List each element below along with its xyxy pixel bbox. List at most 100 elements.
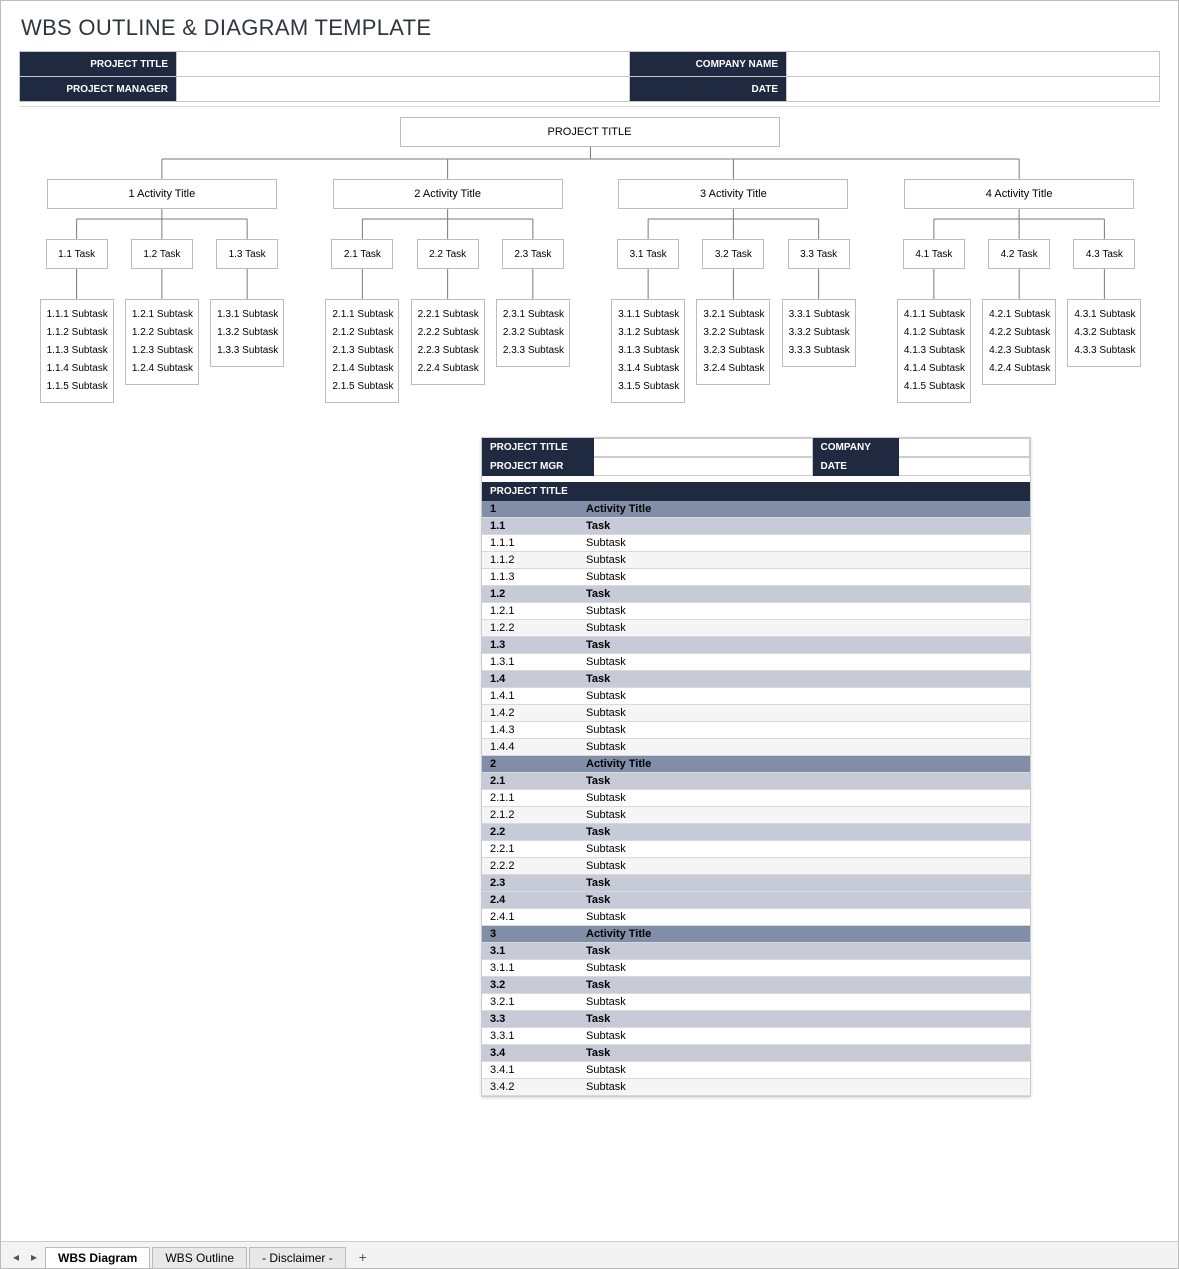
outline-row[interactable]: 1.2.2Subtask (482, 620, 1030, 637)
sheet-tab[interactable]: - Disclaimer - (249, 1247, 346, 1268)
tree-subtask-box[interactable]: 2.3.1 Subtask2.3.2 Subtask2.3.3 Subtask (496, 299, 570, 367)
tree-subtask-item: 1.2.3 Subtask (132, 342, 192, 360)
outline-row[interactable]: 2.3Task (482, 875, 1030, 892)
tree-task-box[interactable]: 3.1 Task (617, 239, 679, 269)
outline-row[interactable]: 1.1.2Subtask (482, 552, 1030, 569)
outline-wbs-number: 1.4.2 (482, 705, 578, 721)
outline-row[interactable]: 1.1.3Subtask (482, 569, 1030, 586)
tree-subtask-item: 2.1.5 Subtask (332, 378, 392, 396)
outline-row[interactable]: 1.4.4Subtask (482, 739, 1030, 756)
outline-row[interactable]: 1.1.1Subtask (482, 535, 1030, 552)
outline-row[interactable]: 2.2.2Subtask (482, 858, 1030, 875)
tree-task-box[interactable]: 1.1 Task (46, 239, 108, 269)
outline-row[interactable]: 3.4Task (482, 1045, 1030, 1062)
tree-subtask-item: 1.1.1 Subtask (47, 306, 107, 324)
tree-task-box[interactable]: 2.2 Task (417, 239, 479, 269)
tree-task-box[interactable]: 2.1 Task (331, 239, 393, 269)
tree-task-box[interactable]: 1.2 Task (131, 239, 193, 269)
tree-subtask-box[interactable]: 3.2.1 Subtask3.2.2 Subtask3.2.3 Subtask3… (696, 299, 770, 385)
tree-task-box[interactable]: 4.1 Task (903, 239, 965, 269)
outline-row[interactable]: 1.4.1Subtask (482, 688, 1030, 705)
tree-subtask-box[interactable]: 4.1.1 Subtask4.1.2 Subtask4.1.3 Subtask4… (897, 299, 971, 403)
outline-row[interactable]: 1.2Task (482, 586, 1030, 603)
tree-subtask-box[interactable]: 3.1.1 Subtask3.1.2 Subtask3.1.3 Subtask3… (611, 299, 685, 403)
outline-row[interactable]: 1Activity Title (482, 501, 1030, 518)
outline-row[interactable]: 3.1Task (482, 943, 1030, 960)
value-date[interactable] (787, 77, 1160, 102)
outline-row[interactable]: 1.1Task (482, 518, 1030, 535)
outline-row[interactable]: 2.1.1Subtask (482, 790, 1030, 807)
outline-row[interactable]: 2.2Task (482, 824, 1030, 841)
outline-item-name: Subtask (578, 569, 1030, 585)
outline-row[interactable]: 1.2.1Subtask (482, 603, 1030, 620)
tree-subtask-item: 3.3.3 Subtask (789, 342, 849, 360)
tree-task-box[interactable]: 1.3 Task (216, 239, 278, 269)
tree-activity-box[interactable]: 2 Activity Title (333, 179, 563, 209)
outline-row[interactable]: 2.4Task (482, 892, 1030, 909)
tree-task-box[interactable]: 2.3 Task (502, 239, 564, 269)
outline-row[interactable]: 3Activity Title (482, 926, 1030, 943)
tree-subtask-box[interactable]: 1.2.1 Subtask1.2.2 Subtask1.2.3 Subtask1… (125, 299, 199, 385)
tree-subtask-item: 3.1.5 Subtask (618, 378, 678, 396)
value-project-manager[interactable] (177, 77, 630, 102)
panel-value-date[interactable] (899, 457, 1031, 476)
outline-row[interactable]: 3.4.2Subtask (482, 1079, 1030, 1096)
tree-subtask-box[interactable]: 1.3.1 Subtask1.3.2 Subtask1.3.3 Subtask (210, 299, 284, 367)
outline-item-name: Subtask (578, 1062, 1030, 1078)
outline-row[interactable]: 3.2Task (482, 977, 1030, 994)
tree-subtask-item: 4.1.5 Subtask (904, 378, 964, 396)
tree-subtask-item: 4.3.3 Subtask (1074, 342, 1134, 360)
outline-row[interactable]: 1.4.2Subtask (482, 705, 1030, 722)
tree-activity-box[interactable]: 3 Activity Title (618, 179, 848, 209)
tree-task-box[interactable]: 3.2 Task (702, 239, 764, 269)
tree-task-box[interactable]: 3.3 Task (788, 239, 850, 269)
outline-row[interactable]: 1.4Task (482, 671, 1030, 688)
outline-row[interactable]: 2.4.1Subtask (482, 909, 1030, 926)
tree-subtask-item: 1.3.1 Subtask (217, 306, 277, 324)
tree-root-box[interactable]: PROJECT TITLE (400, 117, 780, 147)
panel-value-project-mgr[interactable] (594, 457, 813, 476)
tab-nav-next-icon[interactable]: ▸ (25, 1246, 43, 1268)
tree-activity-box[interactable]: 4 Activity Title (904, 179, 1134, 209)
panel-value-company[interactable] (899, 438, 1031, 457)
outline-item-name: Subtask (578, 1079, 1030, 1095)
tree-activity-box[interactable]: 1 Activity Title (47, 179, 277, 209)
outline-wbs-number: 2 (482, 756, 578, 772)
tree-task-box[interactable]: 4.2 Task (988, 239, 1050, 269)
tree-subtask-box[interactable]: 4.2.1 Subtask4.2.2 Subtask4.2.3 Subtask4… (982, 299, 1056, 385)
tree-subtask-item: 4.1.4 Subtask (904, 360, 964, 378)
tree-subtask-box[interactable]: 1.1.1 Subtask1.1.2 Subtask1.1.3 Subtask1… (40, 299, 114, 403)
outline-row[interactable]: 2.2.1Subtask (482, 841, 1030, 858)
outline-row[interactable]: 3.1.1Subtask (482, 960, 1030, 977)
outline-row[interactable]: 1.4.3Subtask (482, 722, 1030, 739)
tree-subtask-box[interactable]: 3.3.1 Subtask3.3.2 Subtask3.3.3 Subtask (782, 299, 856, 367)
outline-row[interactable]: 3.4.1Subtask (482, 1062, 1030, 1079)
value-project-title[interactable] (177, 52, 630, 77)
outline-row[interactable]: 1.3.1Subtask (482, 654, 1030, 671)
value-company-name[interactable] (787, 52, 1160, 77)
panel-label-project-mgr: PROJECT MGR (482, 457, 594, 476)
panel-label-project-title: PROJECT TITLE (482, 438, 594, 457)
outline-row[interactable]: 2.1Task (482, 773, 1030, 790)
tree-subtask-item: 1.2.1 Subtask (132, 306, 192, 324)
outline-row[interactable]: 2.1.2Subtask (482, 807, 1030, 824)
add-sheet-button[interactable]: + (346, 1246, 380, 1268)
tab-nav-prev-icon[interactable]: ◂ (7, 1246, 25, 1268)
outline-row[interactable]: 3.3Task (482, 1011, 1030, 1028)
outline-item-name: Subtask (578, 1028, 1030, 1044)
tree-subtask-box[interactable]: 2.1.1 Subtask2.1.2 Subtask2.1.3 Subtask2… (325, 299, 399, 403)
outline-wbs-number: 3.4.1 (482, 1062, 578, 1078)
sheet-tab[interactable]: WBS Diagram (45, 1247, 150, 1268)
tree-subtask-item: 2.3.1 Subtask (503, 306, 563, 324)
outline-item-name: Subtask (578, 535, 1030, 551)
outline-row[interactable]: 3.3.1Subtask (482, 1028, 1030, 1045)
outline-item-name: Subtask (578, 960, 1030, 976)
tree-subtask-box[interactable]: 2.2.1 Subtask2.2.2 Subtask2.2.3 Subtask2… (411, 299, 485, 385)
outline-row[interactable]: 3.2.1Subtask (482, 994, 1030, 1011)
outline-row[interactable]: 1.3Task (482, 637, 1030, 654)
tree-task-box[interactable]: 4.3 Task (1073, 239, 1135, 269)
panel-value-project-title[interactable] (594, 438, 813, 457)
tree-subtask-box[interactable]: 4.3.1 Subtask4.3.2 Subtask4.3.3 Subtask (1067, 299, 1141, 367)
outline-row[interactable]: 2Activity Title (482, 756, 1030, 773)
sheet-tab[interactable]: WBS Outline (152, 1247, 247, 1268)
